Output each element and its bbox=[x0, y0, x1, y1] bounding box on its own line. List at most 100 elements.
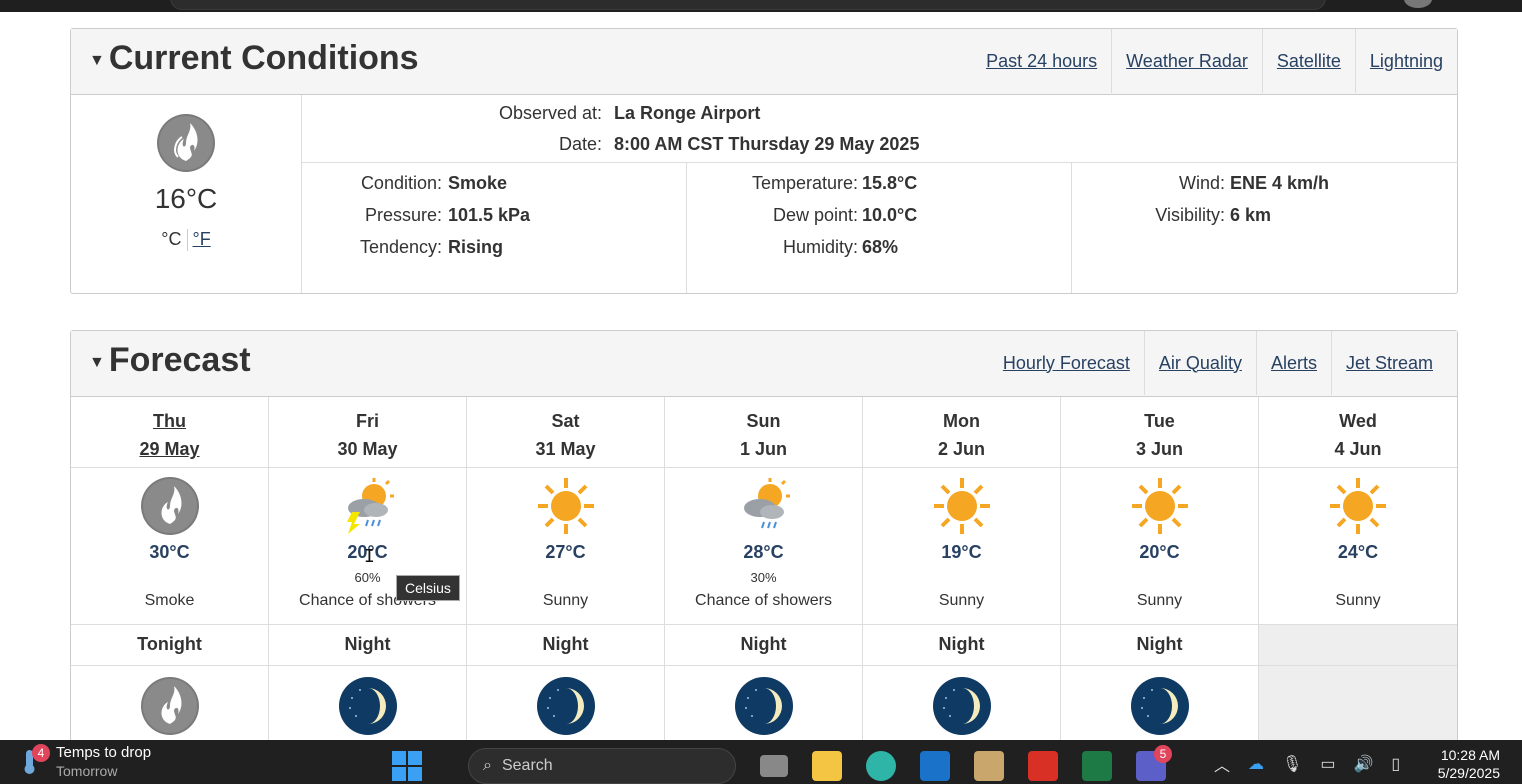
link-satellite[interactable]: Satellite bbox=[1261, 29, 1355, 93]
windows-start-icon[interactable] bbox=[392, 751, 422, 781]
clock-time: 10:28 AM bbox=[1440, 747, 1500, 763]
file-explorer-icon[interactable] bbox=[812, 751, 842, 781]
teams-icon[interactable]: 5 bbox=[1136, 745, 1172, 781]
forecast-day-temp: 19°C bbox=[941, 542, 982, 562]
link-alerts[interactable]: Alerts bbox=[1255, 331, 1331, 395]
tendency-value: Rising bbox=[448, 237, 504, 257]
network-icon[interactable]: ▭ bbox=[1320, 754, 1335, 774]
temperature-label: Temperature: bbox=[751, 173, 858, 193]
link-air-quality[interactable]: Air Quality bbox=[1143, 331, 1256, 395]
taskbar-apps: ⌕ Search 5 bbox=[392, 745, 1172, 784]
current-conditions-title[interactable]: ▼ Current Conditions bbox=[89, 39, 419, 78]
battery-icon[interactable]: ▯ bbox=[1391, 754, 1400, 774]
mic-muted-icon[interactable]: 🎙 bbox=[1282, 754, 1302, 774]
app-crest-icon[interactable] bbox=[974, 751, 1004, 781]
forecast-day-header[interactable]: Thu 29 May bbox=[71, 397, 269, 467]
address-bar[interactable] bbox=[170, 0, 1326, 10]
sun-icon bbox=[1130, 476, 1190, 536]
forecast-day-temp: 28°C bbox=[743, 542, 784, 562]
unit-fahrenheit-link[interactable]: °F bbox=[193, 229, 211, 249]
volume-icon[interactable]: 🔊 bbox=[1353, 754, 1373, 774]
taskbar-search[interactable]: ⌕ Search bbox=[468, 748, 736, 784]
excel-icon[interactable] bbox=[1082, 751, 1112, 781]
forecast-title[interactable]: ▼ Forecast bbox=[89, 341, 251, 380]
forecast-day-name: Tue bbox=[1144, 411, 1175, 431]
forecast-day-condition: Sunny bbox=[1136, 592, 1183, 609]
forecast-night-header: Night bbox=[1061, 625, 1259, 665]
onedrive-icon[interactable]: ☁ bbox=[1248, 754, 1264, 774]
forecast-day-date: 1 Jun bbox=[739, 439, 787, 459]
unit-divider bbox=[186, 229, 188, 252]
forecast-night-cell bbox=[1259, 666, 1457, 740]
link-past-24-hours[interactable]: Past 24 hours bbox=[972, 29, 1111, 93]
condition-value: Smoke bbox=[448, 173, 508, 193]
forecast-day-name: Thu bbox=[153, 411, 186, 431]
dew-point-value: 10.0°C bbox=[862, 205, 918, 225]
forecast-night-cell bbox=[71, 666, 269, 740]
forecast-night-cell bbox=[665, 666, 863, 740]
link-lightning[interactable]: Lightning bbox=[1354, 29, 1457, 93]
link-hourly-forecast[interactable]: Hourly Forecast bbox=[989, 331, 1144, 395]
moon-icon bbox=[338, 676, 398, 736]
forecast-day-condition: Sunny bbox=[1335, 592, 1381, 609]
forecast-links: Hourly Forecast Air Quality Alerts Jet S… bbox=[989, 331, 1447, 397]
profile-avatar[interactable] bbox=[1404, 0, 1432, 8]
sun-showers-icon bbox=[734, 476, 794, 536]
forecast-day-date: 3 Jun bbox=[1135, 439, 1183, 459]
forecast-title-text: Forecast bbox=[108, 341, 251, 379]
current-conditions-panel: ▼ Current Conditions Past 24 hours Weathe… bbox=[70, 28, 1458, 294]
forecast-day-cell: 30°C Smoke bbox=[71, 468, 269, 624]
conditions-columns: Condition: Smoke Pressure: 101.5 kPa Tende… bbox=[302, 163, 1458, 293]
forecast-day-name: Sat bbox=[551, 411, 580, 431]
moon-icon bbox=[932, 676, 992, 736]
current-details: Observed at: La Ronge Airport Date: 8:00… bbox=[302, 95, 1458, 293]
forecast-day-condition: Sunny bbox=[938, 592, 985, 609]
forecast-day-cell: 24°C Sunny bbox=[1259, 468, 1457, 624]
forecast-night-body-row bbox=[71, 666, 1457, 740]
forecast-day-condition: Sunny bbox=[542, 592, 589, 609]
taskbar-clock[interactable]: 10:28 AM 5/29/2025 bbox=[1420, 746, 1500, 782]
current-conditions-header: ▼ Current Conditions Past 24 hours Weathe… bbox=[71, 29, 1457, 95]
clock-date: 5/29/2025 bbox=[1437, 765, 1500, 781]
forecast-day-temp: 20°C bbox=[1139, 542, 1180, 562]
weather-widget[interactable]: 4 Temps to drop Tomorrow bbox=[20, 744, 151, 780]
task-view-icon[interactable] bbox=[760, 755, 788, 777]
chevron-up-icon[interactable]: ︿ bbox=[1214, 752, 1230, 776]
condition-label: Condition: bbox=[360, 173, 442, 193]
widget-badge: 4 bbox=[32, 744, 50, 762]
link-jet-stream[interactable]: Jet Stream bbox=[1330, 331, 1447, 395]
browser-toolbar bbox=[0, 0, 1522, 12]
wind-value: ENE 4 km/h bbox=[1230, 173, 1330, 193]
forecast-day-date: 4 Jun bbox=[1334, 439, 1382, 459]
edge-browser-icon[interactable] bbox=[866, 751, 896, 781]
temperature-row: Temperature: 15.8°C bbox=[687, 173, 1071, 205]
forecast-day-temp: 24°C bbox=[1337, 542, 1379, 562]
link-weather-radar[interactable]: Weather Radar bbox=[1111, 29, 1262, 93]
tendency-label: Tendency: bbox=[359, 237, 442, 257]
forecast-day-body-row: 30°C Smoke 20°C 60% Chance of showers 27°C Sun… bbox=[71, 468, 1457, 625]
sun-icon bbox=[932, 476, 992, 536]
unit-toggle: °C °F bbox=[71, 229, 301, 252]
unit-celsius[interactable]: °C bbox=[161, 229, 181, 249]
forecast-day-pop: 30% bbox=[750, 570, 777, 585]
condition-row: Condition: Smoke bbox=[302, 173, 686, 205]
forecast-night-header: Night bbox=[863, 625, 1061, 665]
forecast-day-header-row: Thu 29 May Fri 30 May Sat 31 May Sun 1 Jun Mon 2 … bbox=[71, 397, 1457, 468]
unit-tooltip: Celsius bbox=[396, 575, 460, 601]
moon-icon bbox=[1130, 676, 1190, 736]
thermometer-icon: 4 bbox=[20, 744, 50, 774]
forecast-header: ▼ Forecast Hourly Forecast Air Quality Al… bbox=[71, 331, 1457, 397]
widget-title: Temps to drop bbox=[56, 744, 152, 761]
acrobat-icon[interactable] bbox=[1028, 751, 1058, 781]
outlook-icon[interactable] bbox=[920, 751, 950, 781]
humidity-value: 68% bbox=[862, 237, 899, 257]
search-icon: ⌕ bbox=[483, 757, 492, 774]
sun-icon bbox=[536, 476, 596, 536]
forecast-night-header: Night bbox=[665, 625, 863, 665]
humidity-label: Humidity: bbox=[782, 237, 858, 257]
conditions-col-3: Wind: ENE 4 km/h Visibility: 6 km bbox=[1072, 163, 1457, 293]
current-conditions-links: Past 24 hours Weather Radar Satellite Li… bbox=[972, 29, 1457, 95]
forecast-day-temp: 30°C bbox=[149, 542, 190, 562]
visibility-row: Visibility: 6 km bbox=[1072, 205, 1457, 237]
observed-value: La Ronge Airport bbox=[614, 103, 761, 123]
